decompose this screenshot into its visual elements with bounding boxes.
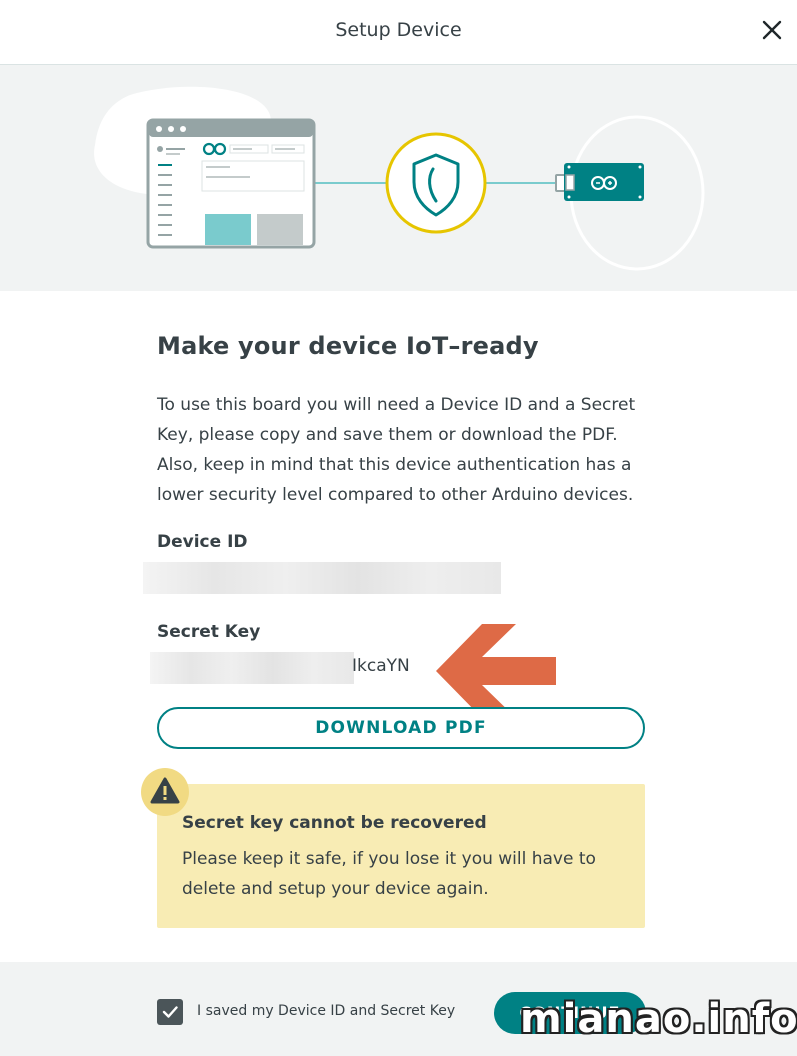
- secret-key-value-redacted[interactable]: [150, 652, 354, 684]
- arduino-board-icon: [555, 163, 644, 201]
- checkmark-icon: [162, 1006, 178, 1018]
- page-heading: Make your device IoT–ready: [157, 332, 539, 360]
- device-id-value-redacted[interactable]: [143, 562, 501, 594]
- warning-icon: [141, 768, 189, 816]
- device-id-label: Device ID: [157, 532, 248, 552]
- hero-illustration: [0, 65, 797, 291]
- intro-text: To use this board you will need a Device…: [157, 390, 637, 510]
- intro-line: Also, keep in mind that this device auth…: [157, 455, 632, 475]
- close-icon[interactable]: [761, 19, 783, 41]
- checkbox-label[interactable]: I saved my Device ID and Secret Key: [197, 1003, 455, 1019]
- modal-title: Setup Device: [335, 19, 462, 41]
- warning-line: Please keep it safe, if you lose it you …: [182, 849, 596, 869]
- warning-text: Please keep it safe, if you lose it you …: [182, 844, 622, 904]
- modal-header: Setup Device: [0, 0, 797, 65]
- secret-key-value-tail[interactable]: IkcaYN: [352, 656, 410, 676]
- intro-line: lower security level compared to other A…: [157, 485, 634, 505]
- download-pdf-button[interactable]: DOWNLOAD PDF: [157, 707, 645, 749]
- saved-keys-checkbox[interactable]: [157, 999, 183, 1025]
- shield-icon: [385, 132, 487, 234]
- browser-window-illustration: [146, 118, 316, 249]
- intro-line: To use this board you will need a Device…: [157, 395, 636, 415]
- secret-key-label: Secret Key: [157, 622, 261, 642]
- intro-line: Key, please copy and save them or downlo…: [157, 425, 618, 445]
- warning-title: Secret key cannot be recovered: [182, 813, 487, 833]
- warning-line: delete and setup your device again.: [182, 879, 489, 899]
- annotation-arrow: [436, 624, 556, 718]
- watermark: mianao.info: [520, 996, 797, 1042]
